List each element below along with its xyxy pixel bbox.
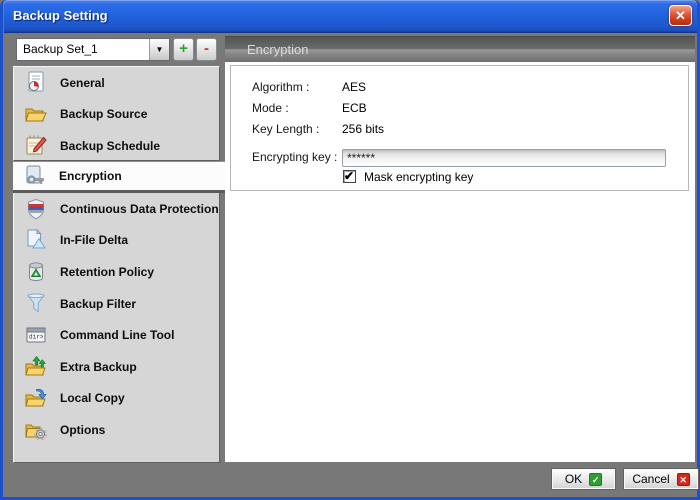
sidebar-group-bottom: Continuous Data Protection In-File Delta… [13, 192, 220, 463]
sidebar-item-in-file-delta[interactable]: In-File Delta [14, 225, 219, 257]
window-title: Backup Setting [13, 0, 108, 31]
sidebar-item-backup-source[interactable]: Backup Source [14, 99, 219, 131]
folder-up-arrows-icon [23, 354, 49, 380]
sidebar-item-label: Backup Schedule [60, 139, 160, 153]
mask-checkbox-label: Mask encrypting key [364, 170, 473, 184]
sidebar-item-backup-schedule[interactable]: Backup Schedule [14, 130, 219, 162]
dropdown-arrow-icon[interactable]: ▼ [149, 39, 169, 60]
sidebar-item-label: Encryption [59, 169, 122, 183]
close-icon[interactable]: ✕ [669, 5, 692, 26]
remove-backup-set-button[interactable]: - [196, 38, 217, 61]
delta-files-icon [23, 227, 49, 253]
key-length-value: 256 bits [342, 122, 384, 136]
ok-button[interactable]: OK ✓ [551, 468, 616, 490]
backup-set-dropdown[interactable]: Backup Set_1 ▼ [16, 38, 170, 61]
terminal-icon: dir> [23, 322, 49, 348]
sidebar-item-continuous-data-protection[interactable]: Continuous Data Protection [14, 193, 219, 225]
sidebar-item-label: Backup Source [60, 107, 147, 121]
sidebar-item-label: Local Copy [60, 391, 125, 405]
backup-setting-dialog: Backup Setting ✕ Backup Set_1 ▼ + - Gene… [0, 0, 700, 500]
mode-label: Mode : [252, 101, 289, 115]
key-length-label: Key Length : [252, 122, 319, 136]
folder-copy-arrow-icon [23, 385, 49, 411]
encryption-panel: Algorithm : AES Mode : ECB Key Length : … [225, 62, 695, 462]
key-card-icon [22, 163, 48, 189]
sidebar-item-label: Continuous Data Protection [60, 202, 219, 216]
algorithm-value: AES [342, 80, 366, 94]
funnel-icon [23, 291, 49, 317]
sidebar-item-label: Extra Backup [60, 360, 137, 374]
sidebar-item-extra-backup[interactable]: Extra Backup [14, 351, 219, 383]
encrypting-key-label: Encrypting key : [252, 150, 337, 164]
add-backup-set-button[interactable]: + [173, 38, 194, 61]
open-folder-icon [23, 101, 49, 127]
sidebar-item-options[interactable]: Options [14, 414, 219, 446]
recycle-bin-icon [23, 259, 49, 285]
shield-icon [23, 196, 49, 222]
sidebar-item-encryption-selected[interactable]: Encryption [13, 161, 225, 193]
cancel-button-label: Cancel [632, 472, 669, 486]
encrypting-key-input[interactable] [342, 149, 666, 167]
panel-header: Encryption [225, 36, 695, 62]
document-chart-icon [23, 70, 49, 96]
encryption-fields-box: Algorithm : AES Mode : ECB Key Length : … [230, 65, 689, 191]
sidebar-item-retention-policy[interactable]: Retention Policy [14, 256, 219, 288]
sidebar-item-general[interactable]: General [14, 67, 219, 99]
svg-text:dir>: dir> [29, 334, 44, 341]
sidebar-item-label: Options [60, 423, 105, 437]
folder-gear-icon [23, 417, 49, 443]
sidebar-item-backup-filter[interactable]: Backup Filter [14, 288, 219, 320]
sidebar-item-local-copy[interactable]: Local Copy [14, 383, 219, 415]
sidebar-item-label: General [60, 76, 105, 90]
sidebar-group-top: General Backup Source Backup Schedule [13, 66, 220, 161]
ok-button-label: OK [565, 472, 582, 486]
ok-check-icon: ✓ [589, 473, 602, 486]
backup-set-value: Backup Set_1 [17, 39, 149, 60]
sidebar-item-command-line-tool[interactable]: dir> Command Line Tool [14, 319, 219, 351]
sidebar-item-label: Command Line Tool [60, 328, 174, 342]
algorithm-label: Algorithm : [252, 80, 309, 94]
sidebar-item-label: Retention Policy [60, 265, 154, 279]
schedule-notepad-icon [23, 133, 49, 159]
sidebar-item-label: In-File Delta [60, 233, 128, 247]
sidebar-item-label: Backup Filter [60, 297, 136, 311]
mask-checkbox[interactable] [343, 170, 356, 183]
mode-value: ECB [342, 101, 367, 115]
cancel-button[interactable]: Cancel ✕ [623, 468, 699, 490]
cancel-x-icon: ✕ [677, 473, 690, 486]
title-bar: Backup Setting ✕ [3, 0, 697, 33]
